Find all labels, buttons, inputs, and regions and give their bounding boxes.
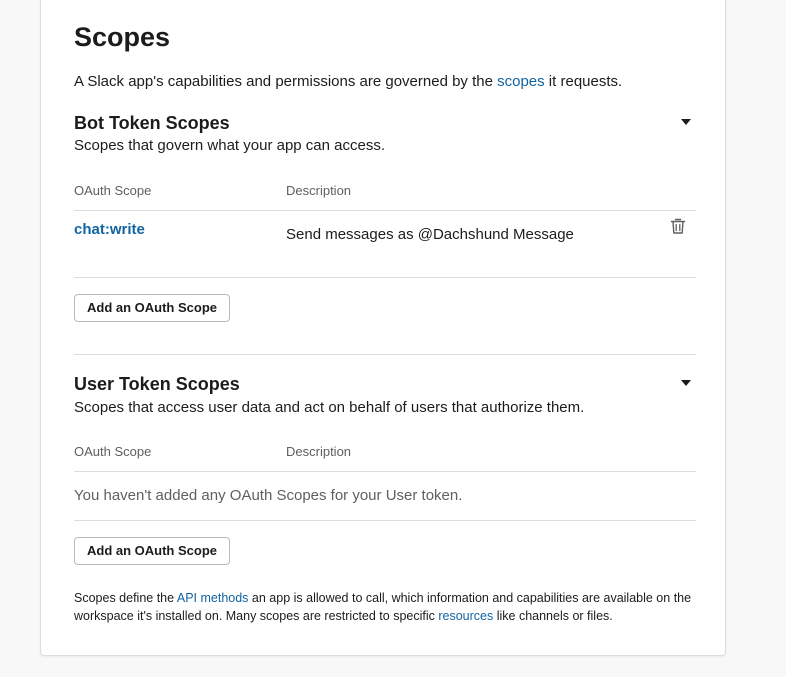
user-section-collapse-caret-icon[interactable] <box>681 380 691 386</box>
footnote-text-1: Scopes define the <box>74 591 177 605</box>
user-add-oauth-scope-button[interactable]: Add an OAuth Scope <box>74 537 230 565</box>
scopes-footnote: Scopes define the API methods an app is … <box>74 589 694 625</box>
user-scopes-empty-message: You haven't added any OAuth Scopes for y… <box>74 487 463 504</box>
api-methods-link[interactable]: API methods <box>177 591 249 605</box>
bot-col-description: Description <box>286 183 352 198</box>
scope-chat-write-link[interactable]: chat:write <box>74 221 145 238</box>
divider <box>74 277 696 278</box>
bot-col-oauth-scope: OAuth Scope <box>74 183 152 198</box>
footnote-text-3: like channels or files. <box>493 609 613 623</box>
user-col-description: Description <box>286 444 352 459</box>
user-token-scopes-subtitle: Scopes that access user data and act on … <box>74 399 585 416</box>
scopes-intro: A Slack app's capabilities and permissio… <box>74 73 622 90</box>
trash-icon[interactable] <box>669 217 687 235</box>
divider <box>74 210 696 211</box>
user-col-oauth-scope: OAuth Scope <box>74 444 152 459</box>
bot-section-collapse-caret-icon[interactable] <box>681 119 691 125</box>
scope-description: Send messages as @Dachshund Message <box>286 226 574 243</box>
divider <box>74 471 696 472</box>
scopes-card: Scopes A Slack app's capabilities and pe… <box>40 0 726 656</box>
intro-text-after: it requests. <box>544 73 623 90</box>
scopes-link[interactable]: scopes <box>497 73 545 90</box>
resources-link[interactable]: resources <box>438 609 493 623</box>
bot-token-scopes-subtitle: Scopes that govern what your app can acc… <box>74 137 386 154</box>
intro-text-before: A Slack app's capabilities and permissio… <box>74 73 498 90</box>
bot-add-oauth-scope-button[interactable]: Add an OAuth Scope <box>74 294 230 322</box>
page-title: Scopes <box>74 22 171 52</box>
section-divider <box>74 354 696 355</box>
bot-token-scopes-title: Bot Token Scopes <box>74 113 230 133</box>
user-token-scopes-title: User Token Scopes <box>74 374 240 394</box>
divider <box>74 520 696 521</box>
